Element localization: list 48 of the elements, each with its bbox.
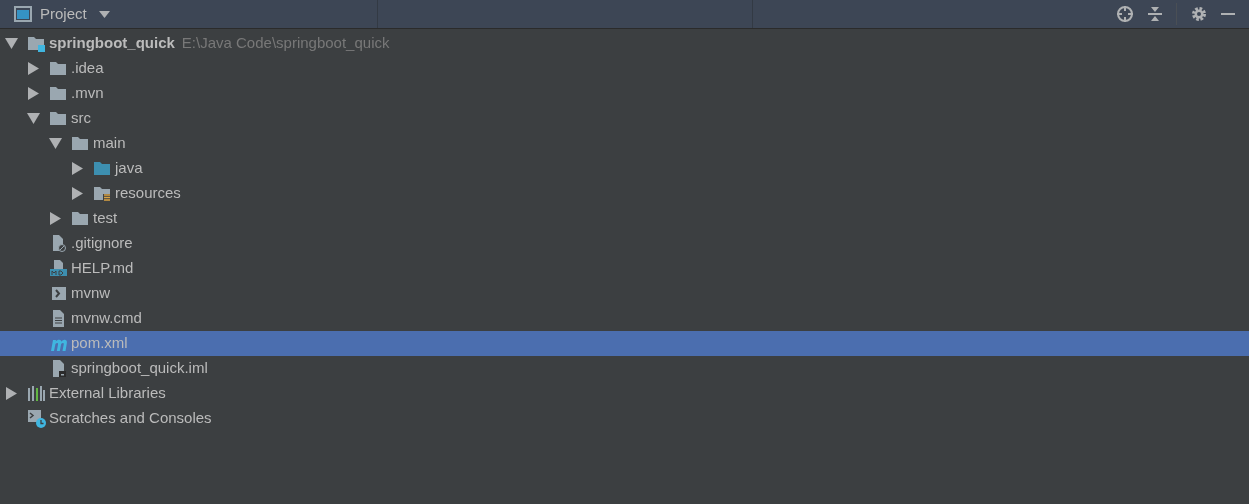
tree-row[interactable]: HELP.md [0,256,1249,281]
collapse-all-icon[interactable] [1148,5,1162,23]
tree-row[interactable]: springboot_quick.iml [0,356,1249,381]
expanded-arrow-icon[interactable] [5,37,18,50]
tree-item-label: mvnw [71,283,111,304]
tree-item-label: .gitignore [71,233,133,254]
tree-item-label: External Libraries [49,383,166,404]
expanded-arrow-icon[interactable] [49,137,62,150]
tree-row[interactable]: java [0,156,1249,181]
tree-row[interactable]: main [0,131,1249,156]
tree-row[interactable]: mvnw.cmd [0,306,1249,331]
collapsed-arrow-icon[interactable] [71,187,84,200]
expanded-arrow-icon[interactable] [27,112,40,125]
collapsed-arrow-icon[interactable] [71,162,84,175]
collapsed-arrow-icon[interactable] [27,62,40,75]
tree-row[interactable]: src [0,106,1249,131]
tree-item-label: resources [115,183,181,204]
tree-row[interactable]: resources [0,181,1249,206]
panel-title[interactable]: Project [40,2,87,26]
tree-row[interactable]: test [0,206,1249,231]
tree-item-label: .mvn [71,83,104,104]
dropdown-icon[interactable] [98,10,110,18]
tree-row[interactable]: .gitignore [0,231,1249,256]
minimize-icon[interactable] [1221,12,1235,16]
tree-item-label: src [71,108,91,129]
tree-row[interactable]: mvnw [0,281,1249,306]
tree-item-label: java [115,158,143,179]
tree-item-label: test [93,208,118,229]
locate-icon[interactable] [1116,5,1134,23]
tree-item-label: springboot_quick [49,33,175,54]
path-hint: E:\Java Code\springboot_quick [181,33,390,54]
tree-item-label: main [93,133,126,154]
tree-item-label: Scratches and Consoles [49,408,212,429]
collapsed-arrow-icon[interactable] [49,212,62,225]
tree-item-label: .idea [71,58,104,79]
tree-row[interactable]: .idea [0,56,1249,81]
panel-icon [14,6,32,22]
settings-icon[interactable] [1191,6,1207,22]
tree-item-label: pom.xml [71,333,128,354]
tree-row[interactable]: springboot_quick E:\Java Code\springboot_quick [0,31,1249,56]
tree-row[interactable]: .mvn [0,81,1249,106]
collapsed-arrow-icon[interactable] [5,387,18,400]
tree-item-label: mvnw.cmd [71,308,142,329]
collapsed-arrow-icon[interactable] [27,87,40,100]
tree-item-label: springboot_quick.iml [71,358,208,379]
tree-row[interactable]: External Libraries [0,381,1249,406]
tree-item-label: HELP.md [71,258,134,279]
tree-row[interactable]: Scratches and Consoles [0,406,1249,431]
